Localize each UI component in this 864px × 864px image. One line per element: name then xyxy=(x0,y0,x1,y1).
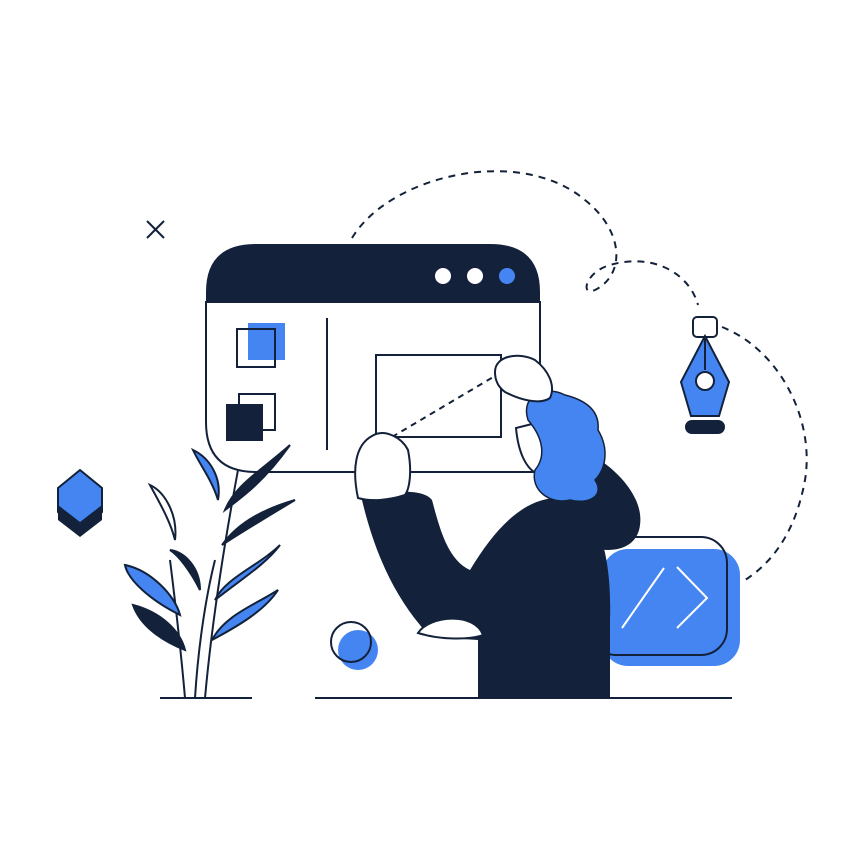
window-dot-3 xyxy=(499,268,515,284)
window-dot-2 xyxy=(467,268,483,284)
illustration-canvas xyxy=(0,0,864,864)
dashed-path-lower xyxy=(721,326,808,583)
person-body xyxy=(362,491,611,698)
cube-icon xyxy=(57,468,103,537)
code-window-icon xyxy=(589,536,740,666)
layer-navy-square xyxy=(226,404,263,441)
circles-decoration xyxy=(330,621,378,670)
cross-mark-icon xyxy=(146,220,165,239)
window-dot-1 xyxy=(435,268,451,284)
designer-illustration xyxy=(57,170,808,699)
left-hand xyxy=(354,432,412,502)
plant-icon xyxy=(123,444,296,699)
pen-tool-icon xyxy=(679,316,731,434)
